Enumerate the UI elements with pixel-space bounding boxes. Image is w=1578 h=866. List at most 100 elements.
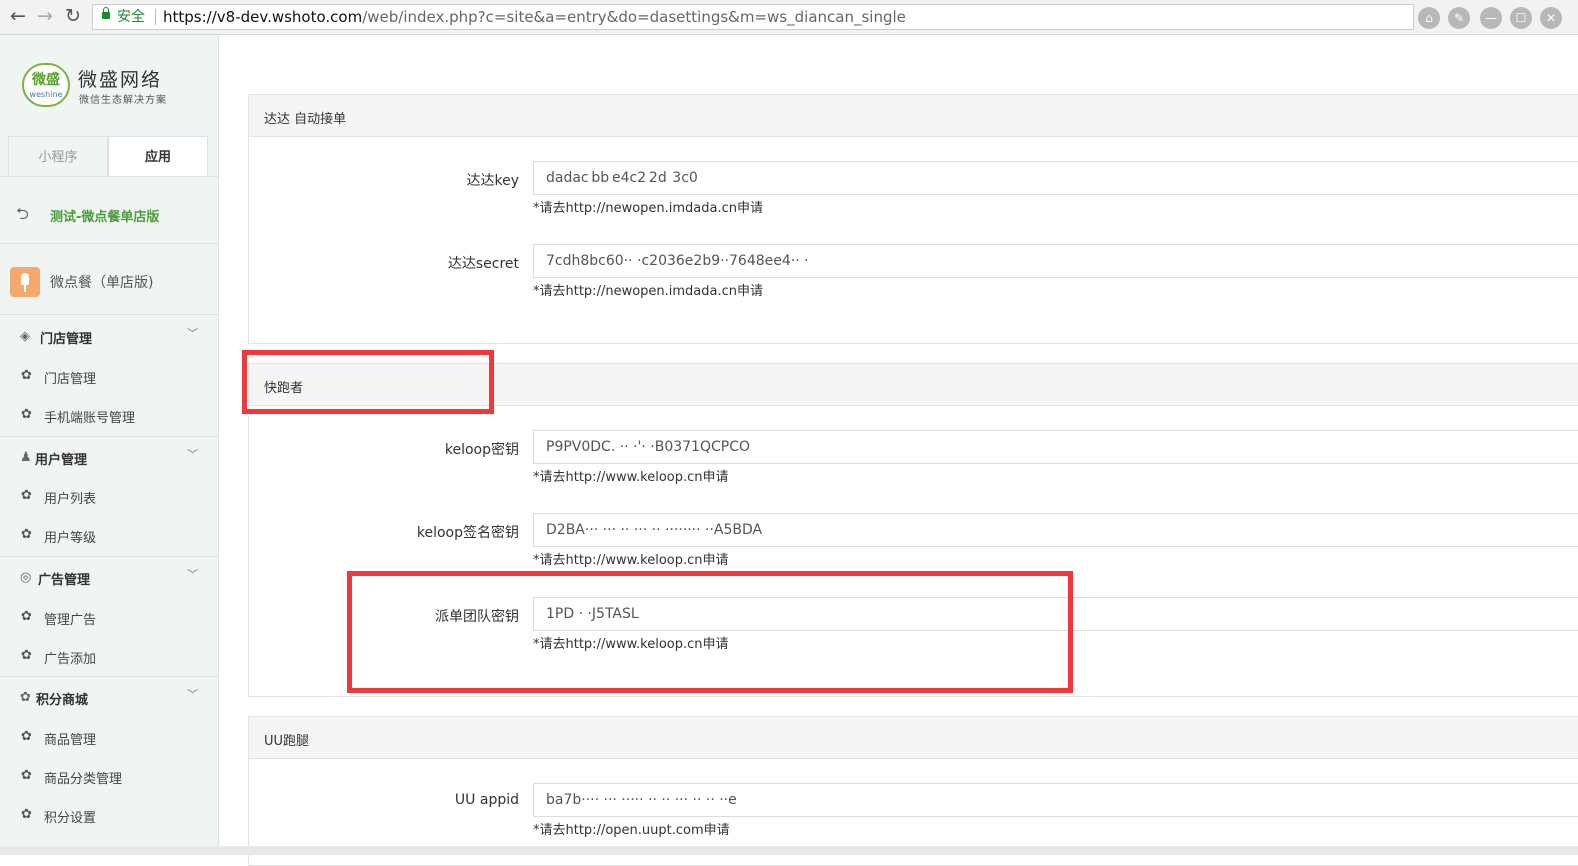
menu-group-users[interactable]: ♟ 用户管理 ﹀ xyxy=(0,436,218,477)
panel-header: 达达 自动接单 xyxy=(249,95,1578,137)
sidebar-item-label: 用户列表 xyxy=(44,492,97,507)
panel-title: 快跑者 xyxy=(264,381,304,396)
menu-group-label: 用户管理 xyxy=(35,453,88,468)
dada-key-input[interactable]: dadac bb e4c2 2d 3c0 xyxy=(533,161,1578,195)
maximize-icon[interactable]: ☐ xyxy=(1510,7,1532,29)
account-name: 测试-微点餐单店版 xyxy=(50,210,160,225)
back-to-account[interactable]: ⮌ 测试-微点餐单店版 xyxy=(0,177,218,244)
logo-subtitle: 微信生态解决方案 xyxy=(79,95,167,106)
panel-title: 达达 自动接单 xyxy=(264,112,347,127)
sidebar-item-user-level[interactable]: ✿ 用户等级 xyxy=(0,516,218,554)
chevron-down-icon: ﹀ xyxy=(187,568,198,581)
keloop-sign-help: *请去http://www.keloop.cn申请 xyxy=(533,553,729,568)
uu-appid-label: UU appid xyxy=(454,792,519,808)
sidebar-item-points-settings[interactable]: ✿ 积分设置 xyxy=(0,796,218,834)
url-text[interactable]: https://v8-dev.wshoto.com/web/index.php?… xyxy=(163,5,906,29)
sidebar-item-add-ad[interactable]: ✿ 广告添加 xyxy=(0,637,218,675)
sidebar: 微盛 weshine 微盛网络 微信生态解决方案 小程序 应用 ⮌ 测试-微点餐… xyxy=(0,35,219,855)
keloop-secret-label: keloop密钥 xyxy=(444,442,519,458)
keloop-sign-label: keloop签名密钥 xyxy=(416,525,519,541)
dada-key-help: *请去http://newopen.imdada.cn申请 xyxy=(533,201,764,216)
back-icon: ⮌ xyxy=(16,204,29,223)
sidebar-item-label: 积分设置 xyxy=(44,811,97,826)
back-arrow-icon[interactable]: ← xyxy=(6,5,30,27)
uu-appid-input[interactable]: ba7b···· ··· ····· ·· ·· ··· ·· ·· ··e xyxy=(533,783,1578,817)
gear-icon: ✿ xyxy=(21,807,32,822)
sidebar-item-mobile-accounts[interactable]: ✿ 手机端账号管理 xyxy=(0,396,218,434)
ad-group-icon: ◎ xyxy=(20,570,32,585)
horizontal-scrollbar[interactable] xyxy=(0,846,1578,855)
current-app[interactable]: 微点餐（单店版) xyxy=(0,244,218,315)
gear-icon: ✿ xyxy=(21,768,32,783)
menu-group-label: 广告管理 xyxy=(38,573,91,588)
tab-apps[interactable]: 应用 xyxy=(108,136,208,176)
logo-mark-en: weshine xyxy=(29,90,63,99)
close-window-icon[interactable]: ✕ xyxy=(1540,7,1562,29)
menu-group-points-mall[interactable]: ✿ 积分商城 ﹀ xyxy=(0,676,218,717)
store-group-icon: ◈ xyxy=(20,329,30,344)
gear-icon: ✿ xyxy=(21,609,32,624)
keloop-sign-input[interactable]: D2BA··· ··· ·· ··· ·· ········ ··A5BDA xyxy=(533,513,1578,547)
panel-uu: UU跑腿 UU appid ba7b···· ··· ····· ·· ·· ·… xyxy=(248,716,1578,866)
panel-keloop: 快跑者 keloop密钥 P9PV0DC. ·· ·'· ·B0371QCPCO… xyxy=(248,363,1578,697)
chevron-down-icon: ﹀ xyxy=(187,688,198,701)
extension-icon[interactable]: ⌂ xyxy=(1418,7,1440,29)
dada-secret-label: 达达secret xyxy=(447,256,519,272)
tab-miniprogram[interactable]: 小程序 xyxy=(8,136,108,176)
gear-icon: ✿ xyxy=(21,648,32,663)
menu-group-label: 积分商城 xyxy=(36,693,89,708)
keloop-team-help: *请去http://www.keloop.cn申请 xyxy=(533,637,729,652)
forward-arrow-icon[interactable]: → xyxy=(33,5,57,27)
gear-icon: ✿ xyxy=(21,729,32,744)
keloop-team-label: 派单团队密钥 xyxy=(435,609,519,625)
reload-icon[interactable]: ↻ xyxy=(61,5,85,27)
sidebar-item-label: 广告添加 xyxy=(44,652,97,667)
minimize-icon[interactable]: — xyxy=(1480,7,1502,29)
gear-icon: ✿ xyxy=(21,407,32,422)
sidebar-item-manage-ads[interactable]: ✿ 管理广告 xyxy=(0,598,218,636)
sidebar-item-label: 用户等级 xyxy=(44,531,97,546)
keloop-secret-help: *请去http://www.keloop.cn申请 xyxy=(533,470,729,485)
dada-key-label: 达达key xyxy=(466,173,519,189)
uu-appid-help: *请去http://open.uupt.com申请 xyxy=(533,823,730,838)
menu-group-ads[interactable]: ◎ 广告管理 ﹀ xyxy=(0,556,218,597)
sidebar-item-user-list[interactable]: ✿ 用户列表 xyxy=(0,477,218,515)
points-group-icon: ✿ xyxy=(20,690,31,705)
address-divider xyxy=(155,9,156,25)
sidebar-item-label: 手机端账号管理 xyxy=(44,411,136,426)
user-group-icon: ♟ xyxy=(20,450,32,465)
sidebar-item-goods[interactable]: ✿ 商品管理 xyxy=(0,718,218,756)
sidebar-item-label: 商品分类管理 xyxy=(44,772,123,787)
gear-icon: ✿ xyxy=(21,527,32,542)
pin-icon[interactable]: ✎ xyxy=(1448,7,1470,29)
logo-title: 微盛网络 xyxy=(78,69,163,91)
menu-group-label: 门店管理 xyxy=(40,332,93,347)
panel-header: UU跑腿 xyxy=(249,717,1578,759)
chevron-down-icon: ﹀ xyxy=(187,448,198,461)
sidebar-item-label: 商品管理 xyxy=(44,733,97,748)
food-app-icon xyxy=(10,267,40,297)
sidebar-item-store-manage[interactable]: ✿ 门店管理 xyxy=(0,357,218,395)
logo-mark-cn: 微盛 xyxy=(32,72,60,88)
logo-mark-icon: 微盛 weshine xyxy=(22,63,70,107)
sidebar-tabs: 小程序 应用 xyxy=(8,136,208,176)
chevron-down-icon: ﹀ xyxy=(187,327,198,340)
dada-secret-input[interactable]: 7cdh8bc60·· ·c2036e2b9··7648ee4·· · xyxy=(533,244,1578,278)
dada-secret-help: *请去http://newopen.imdada.cn申请 xyxy=(533,284,764,299)
gear-icon: ✿ xyxy=(21,488,32,503)
sidebar-item-goods-category[interactable]: ✿ 商品分类管理 xyxy=(0,757,218,795)
app-name: 微点餐（单店版) xyxy=(50,275,154,291)
address-bar[interactable]: 安全 https://v8-dev.wshoto.com/web/index.p… xyxy=(92,4,1414,30)
panel-header: 快跑者 xyxy=(249,364,1578,406)
url-path: /web/index.php?c=site&a=entry&do=dasetti… xyxy=(362,8,906,26)
panel-title: UU跑腿 xyxy=(264,734,310,749)
panel-dada: 达达 自动接单 达达key dadac bb e4c2 2d 3c0 *请去ht… xyxy=(248,94,1578,344)
keloop-secret-input[interactable]: P9PV0DC. ·· ·'· ·B0371QCPCO xyxy=(533,430,1578,464)
menu-group-store[interactable]: ◈ 门店管理 ﹀ xyxy=(0,316,218,356)
keloop-team-input[interactable]: 1PD · ·J5TASL xyxy=(533,597,1578,631)
lock-icon xyxy=(102,7,110,19)
logo[interactable]: 微盛 weshine 微盛网络 微信生态解决方案 xyxy=(22,63,212,113)
secure-label: 安全 xyxy=(117,9,145,25)
sidebar-item-label: 管理广告 xyxy=(44,613,97,628)
gear-icon: ✿ xyxy=(21,368,32,383)
